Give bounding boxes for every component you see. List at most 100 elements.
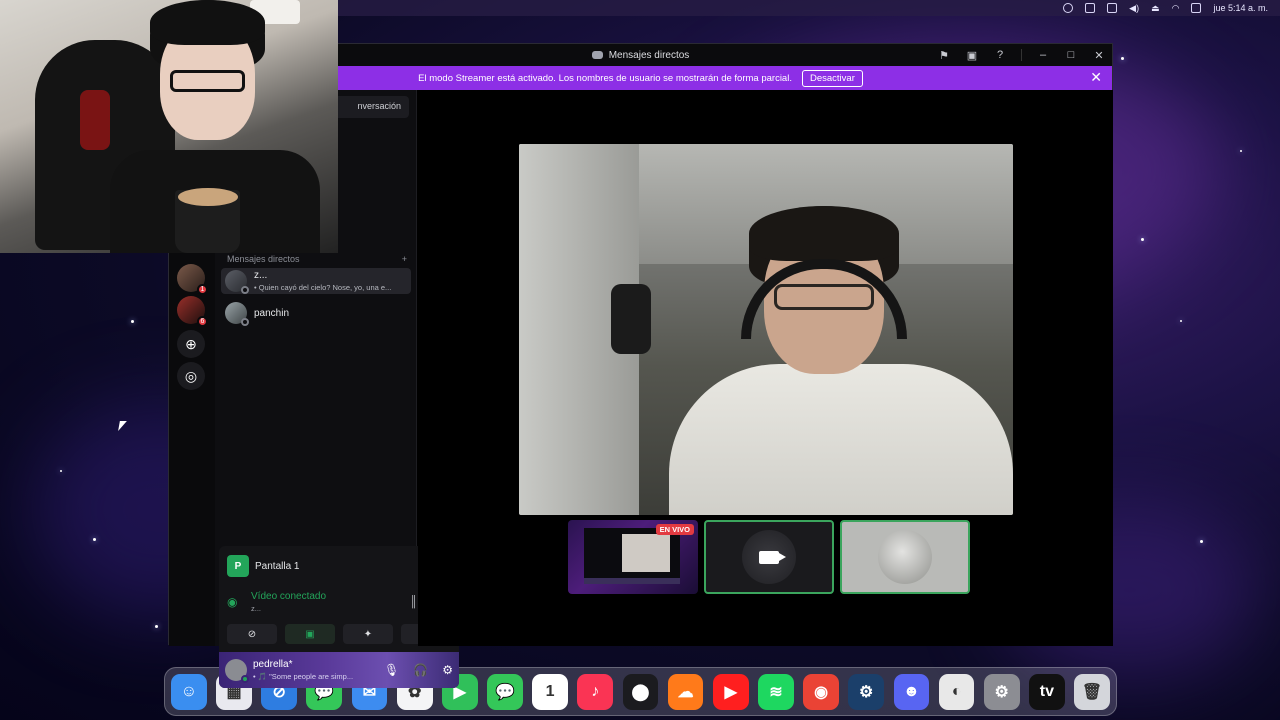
settings-icon: ⚙ [994, 683, 1009, 701]
spotify-icon: ≋ [769, 683, 783, 701]
camera-thumbnail[interactable] [704, 520, 834, 594]
add-server-button[interactable]: ⊕ [177, 330, 205, 358]
avatar[interactable] [225, 659, 249, 683]
star [1121, 57, 1124, 60]
participant-glasses [774, 284, 874, 310]
display-icon[interactable] [1107, 3, 1118, 13]
dock-app-discord[interactable]: ☻ [893, 673, 930, 710]
calendar-icon: 1 [545, 682, 555, 700]
avatar [878, 530, 932, 584]
divider [1021, 49, 1022, 61]
star [155, 625, 158, 628]
voice-status-title[interactable]: Vídeo conectado [251, 591, 326, 602]
participant-thumbnails: EN VIVO [568, 520, 970, 596]
discord-icon: ☻ [902, 682, 920, 700]
dm-name: panchin [254, 307, 290, 319]
user-panel: pedrella* • 🎵 "Some people are simp... 🎙… [219, 652, 459, 688]
soundcloud-icon: ☁ [677, 683, 694, 701]
finder-icon: ☺ [180, 682, 198, 700]
phone-icon[interactable] [1085, 3, 1096, 13]
close-icon[interactable]: ✕ [1090, 69, 1102, 86]
minimize-button[interactable]: – [1036, 49, 1050, 61]
messages-2-icon: 💬 [495, 683, 515, 701]
dock-app-settings[interactable]: ⚙ [983, 673, 1020, 710]
gear-icon[interactable]: ⚙ [442, 663, 453, 677]
stream-thumbnail[interactable]: EN VIVO [568, 520, 698, 594]
discord-icon [591, 51, 603, 59]
compass-icon: ◎ [184, 367, 198, 384]
dock-app-obs[interactable]: ◐ [938, 673, 975, 710]
avatar [225, 302, 249, 326]
help-icon[interactable]: ? [993, 49, 1007, 61]
user-name[interactable]: pedrella* [253, 659, 353, 670]
server-avatar[interactable]: 1 [177, 264, 208, 295]
dm-item[interactable]: z... • Quien cayó del cielo? Nose, yo, u… [221, 268, 411, 294]
coffee-foam [178, 188, 238, 206]
star [1200, 540, 1203, 543]
status-indicator [241, 286, 249, 294]
stream-preview-dock [584, 578, 680, 584]
flag-icon[interactable]: ⚑ [937, 49, 951, 62]
chair-accent [80, 90, 110, 150]
participant-shirt [669, 364, 1013, 515]
dm-subtitle: • Quien cayó del cielo? Nose, yo, una e.… [254, 283, 392, 292]
signal-icon[interactable]: ◉ [227, 595, 241, 609]
dock-app-spotify[interactable]: ≋ [758, 673, 794, 710]
headphones-icon[interactable]: 🎧 [413, 663, 428, 677]
music-icon: ♪ [591, 682, 600, 700]
stream-preview-video [622, 534, 670, 572]
title-bar-controls: ⚑ ▣ ? – □ ✕ [937, 44, 1106, 66]
activities-button[interactable]: ✦ [343, 624, 393, 644]
screen-share-icon: P [227, 555, 249, 577]
webcam-overlay [0, 0, 338, 253]
wifi-icon[interactable]: ◠ [1172, 3, 1180, 14]
dock-app-tv[interactable]: tv [1028, 673, 1065, 710]
explore-button[interactable]: ◎ [177, 362, 205, 390]
server-avatar[interactable]: 6 [177, 296, 208, 327]
notification-badge: 6 [197, 316, 208, 327]
trash-icon: 🗑 [1081, 683, 1103, 701]
avatar [225, 270, 249, 294]
participant-thumbnail[interactable] [840, 520, 970, 594]
menubar-clock[interactable]: jue 5:14 a. m. [1213, 3, 1268, 13]
screen-share-button[interactable]: ▣ [285, 624, 335, 644]
dock-app-calendar[interactable]: 1 [532, 673, 569, 710]
deactivate-streamer-button[interactable]: Desactivar [801, 69, 863, 87]
close-button[interactable]: ✕ [1092, 49, 1106, 62]
star [1240, 150, 1242, 152]
plus-icon[interactable]: + [402, 254, 407, 264]
camera-off-button[interactable]: ⊘ [227, 624, 277, 644]
dock-app-music[interactable]: ♪ [577, 673, 614, 710]
dm-item[interactable]: panchin [221, 300, 411, 326]
main-video-feed[interactable] [519, 144, 1013, 515]
dock-app-trash[interactable]: 🗑 [1074, 673, 1110, 710]
streamer-banner-text: El modo Streamer está activado. Los nomb… [418, 72, 792, 84]
participant-fringe [749, 206, 899, 261]
inbox-icon[interactable]: ▣ [965, 49, 979, 62]
streamer-glasses [170, 70, 245, 92]
microphone-icon[interactable]: 🎙 [384, 663, 399, 677]
dock-app-steam[interactable]: ⚙ [848, 673, 885, 710]
dock-app-messages-2[interactable]: 💬 [487, 673, 523, 710]
dm-section-label: Mensajes directos [227, 254, 300, 264]
tv-icon: tv [1039, 682, 1054, 700]
apple-tv-icon: ⬤ [631, 683, 650, 701]
user-circle-icon[interactable] [1063, 3, 1074, 13]
dock-app-apple-tv[interactable]: ⬤ [622, 673, 659, 710]
dock-app-youtube[interactable]: ▶ [712, 673, 749, 710]
star [1180, 320, 1182, 322]
streamer-fringe [150, 0, 265, 45]
keyboard-icon[interactable] [1191, 3, 1202, 13]
eject-icon[interactable]: ⏏ [1151, 3, 1160, 14]
live-badge: EN VIVO [655, 524, 694, 535]
dock-app-soundcloud[interactable]: ☁ [667, 673, 704, 710]
hanging-bag [611, 284, 651, 354]
dock-app-chrome[interactable]: ◉ [803, 673, 839, 710]
youtube-icon: ▶ [724, 683, 737, 701]
maximize-button[interactable]: □ [1064, 49, 1078, 61]
volume-icon[interactable]: ◀) [1129, 3, 1139, 14]
notification-badge: 1 [197, 284, 208, 295]
dock-app-finder[interactable]: ☺ [171, 673, 207, 710]
video-camera-icon [759, 550, 786, 564]
star [131, 320, 134, 323]
